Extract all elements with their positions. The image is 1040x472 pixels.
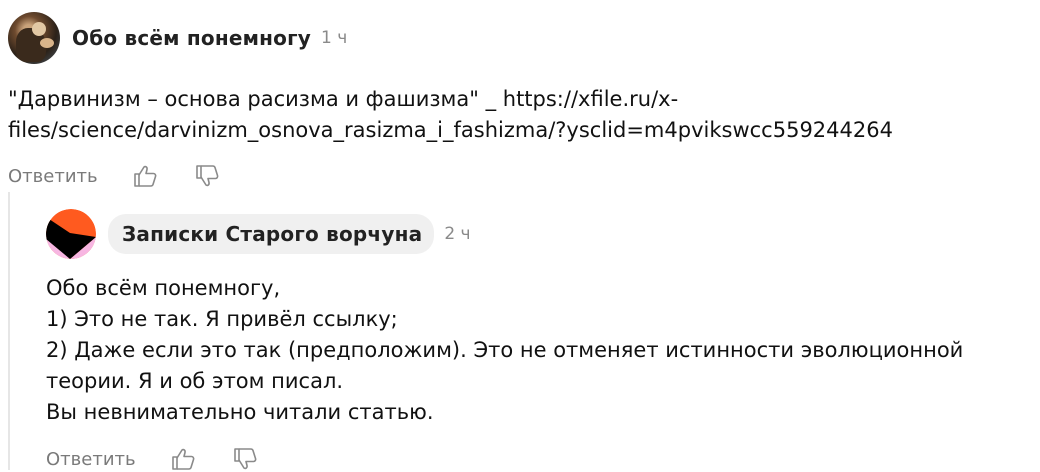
comment-time: 1 ч [321, 28, 348, 48]
comment-text-line: 1) Это не так. Я привёл ссылку; [46, 307, 398, 331]
comment-author[interactable]: Записки Старого ворчуна [108, 214, 435, 254]
comment-text-line[interactable]: files/science/darvinizm_osnova_rasizma_i… [8, 115, 1018, 146]
thumbs-down-icon[interactable] [194, 163, 220, 189]
comment-text-line[interactable]: "Дарвинизм – основа расизма и фашизма" _… [8, 84, 1018, 115]
reply-thread-line [8, 192, 10, 470]
thumbs-up-icon[interactable] [132, 163, 158, 189]
reply-button[interactable]: Ответить [46, 449, 136, 470]
comment-actions: Ответить [8, 163, 1028, 189]
comment-text-line: Вы невнимательно читали статью. [46, 400, 434, 424]
comment-text-line: 2) Даже если это так (предположим). Это … [46, 338, 964, 362]
reply-button[interactable]: Ответить [8, 166, 98, 187]
comment-author[interactable]: Обо всём понемногу [72, 26, 311, 50]
avatar-highlight [32, 22, 46, 36]
avatar[interactable] [8, 12, 60, 64]
comment-header: Записки Старого ворчуна 2 ч [46, 209, 1026, 259]
comment-actions: Ответить [46, 446, 1026, 472]
comment-time: 2 ч [444, 224, 471, 244]
thumbs-up-icon[interactable] [170, 446, 196, 472]
thumbs-down-icon[interactable] [232, 446, 258, 472]
comment-header: Обо всём понемногу 1 ч [8, 12, 1028, 64]
comment-text-line: Обо всём понемногу, [46, 276, 281, 300]
comment-text: "Дарвинизм – основа расизма и фашизма" _… [8, 84, 1018, 146]
comment: Обо всём понемногу 1 ч "Дарвинизм – осно… [8, 12, 1028, 189]
avatar[interactable] [46, 209, 96, 259]
avatar-detail [40, 38, 54, 48]
comment-text-line: теории. Я и об этом писал. [46, 369, 344, 393]
comment-text: Обо всём понемногу, 1) Это не так. Я при… [46, 273, 1006, 428]
reply-comment: Записки Старого ворчуна 2 ч Обо всём пон… [46, 209, 1026, 472]
